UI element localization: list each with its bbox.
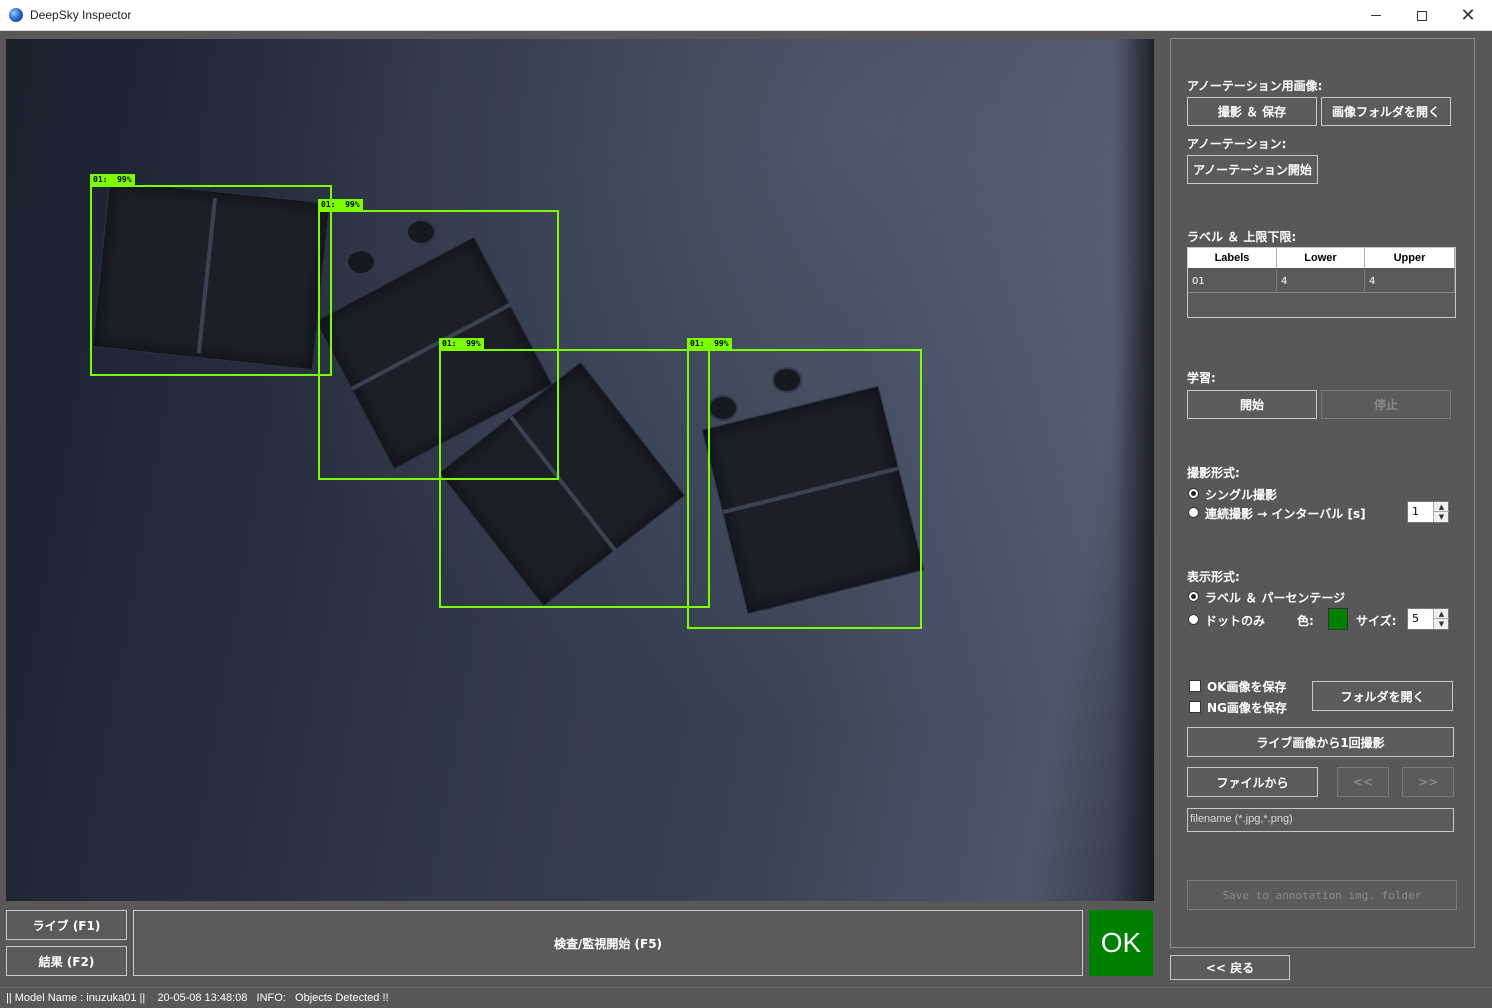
minimize-icon [1371, 15, 1381, 16]
status-bar: || Model Name : inuzuka01 || 20-05-08 13… [0, 987, 1492, 1008]
capture-once-button[interactable]: ライブ画像から1回撮影 [1187, 727, 1454, 757]
detection-label: 01: 99% [439, 338, 484, 350]
save-ok-images-label[interactable]: OK画像を保存 [1207, 678, 1287, 695]
labels-limits-label: ラベル ＆ 上限下限: [1187, 230, 1297, 244]
continuous-capture-radio[interactable] [1188, 507, 1199, 518]
stepper-down-icon[interactable]: ▼ [1434, 512, 1449, 522]
capture-save-button[interactable]: 撮影 ＆ 保存 [1187, 97, 1317, 126]
minimize-button[interactable] [1353, 0, 1399, 31]
grid-cell-label[interactable]: 01 [1188, 269, 1277, 293]
single-capture-option[interactable]: シングル撮影 [1205, 486, 1277, 503]
open-folder-button[interactable]: フォルダを開く [1312, 681, 1453, 711]
results-button[interactable]: 結果 (F2) [6, 946, 127, 976]
back-button[interactable]: << 戻る [1170, 955, 1290, 980]
color-label: 色: [1297, 614, 1314, 628]
save-ng-images-label[interactable]: NG画像を保存 [1207, 699, 1287, 716]
size-stepper[interactable]: 5 ▲ ▼ [1407, 608, 1449, 630]
detection-label: 01: 99% [687, 338, 732, 350]
size-label: サイズ: [1356, 614, 1397, 628]
annotation-label: アノーテーション: [1187, 137, 1287, 151]
window-title: DeepSky Inspector [30, 8, 132, 22]
size-value[interactable]: 5 [1412, 612, 1419, 625]
grid-header-lower[interactable]: Lower [1277, 248, 1365, 268]
grid-cell-lower[interactable]: 4 [1277, 269, 1365, 293]
annotation-images-label: アノーテーション用画像: [1187, 79, 1323, 93]
interval-value[interactable]: 1 [1412, 505, 1419, 518]
interval-stepper[interactable]: 1 ▲ ▼ [1407, 501, 1449, 523]
detection-box: 01: 99% [439, 338, 710, 608]
open-image-folder-button[interactable]: 画像フォルダを開く [1321, 97, 1451, 126]
train-stop-button[interactable]: 停止 [1321, 390, 1451, 419]
detection-box: 01: 99% [90, 174, 332, 376]
dot-only-radio[interactable] [1188, 614, 1199, 625]
stepper-up-icon[interactable]: ▲ [1434, 502, 1449, 512]
single-capture-radio[interactable] [1188, 488, 1199, 499]
dot-only-option[interactable]: ドットのみ [1205, 612, 1265, 629]
from-file-button[interactable]: ファイルから [1187, 767, 1318, 797]
save-ok-images-checkbox[interactable] [1189, 680, 1201, 692]
detection-label: 01: 99% [318, 199, 363, 211]
detection-box: 01: 99% [687, 338, 922, 629]
inspect-start-button[interactable]: 検査/監視開始 (F5) [133, 910, 1083, 976]
grid-header: Labels Lower Upper [1188, 248, 1455, 268]
label-percentage-option[interactable]: ラベル ＆ パーセンテージ [1205, 589, 1345, 606]
detection-label: 01: 99% [90, 174, 135, 186]
display-mode-label: 表示形式: [1187, 570, 1240, 584]
maximize-button[interactable] [1399, 0, 1445, 31]
continuous-capture-option[interactable]: 連続撮影 → インターバル [s] [1205, 505, 1366, 522]
filename-input[interactable]: filename (*.jpg,*.png) [1187, 808, 1454, 832]
save-ng-images-checkbox[interactable] [1189, 701, 1201, 713]
next-image-button[interactable]: >> [1402, 767, 1454, 797]
stepper-down-icon[interactable]: ▼ [1434, 619, 1449, 629]
camera-view: 01: 99% 01: 99% 01: 99% 01: 99% [6, 39, 1154, 901]
grid-header-labels[interactable]: Labels [1188, 248, 1277, 268]
capture-mode-label: 撮影形式: [1187, 466, 1240, 480]
train-start-button[interactable]: 開始 [1187, 390, 1317, 419]
title-bar: DeepSky Inspector ✕ [0, 0, 1492, 31]
label-percentage-radio[interactable] [1188, 591, 1199, 602]
labels-grid[interactable]: Labels Lower Upper 01 4 4 [1187, 247, 1456, 318]
grid-header-upper[interactable]: Upper [1365, 248, 1455, 268]
close-button[interactable]: ✕ [1445, 0, 1491, 31]
training-label: 学習: [1187, 371, 1216, 385]
stepper-up-icon[interactable]: ▲ [1434, 609, 1449, 619]
grid-cell-upper[interactable]: 4 [1365, 269, 1455, 293]
app-logo-icon [9, 8, 23, 22]
result-status-indicator: OK [1089, 910, 1153, 976]
start-annotation-button[interactable]: アノーテーション開始 [1187, 155, 1318, 184]
dot-color-swatch[interactable] [1328, 608, 1348, 630]
maximize-icon [1417, 10, 1427, 21]
live-button[interactable]: ライブ (F1) [6, 910, 127, 940]
close-icon: ✕ [1460, 4, 1476, 26]
prev-image-button[interactable]: << [1337, 767, 1389, 797]
table-row[interactable]: 01 4 4 [1188, 269, 1455, 293]
save-annotation-button[interactable]: Save to annotation img. folder [1187, 880, 1457, 910]
